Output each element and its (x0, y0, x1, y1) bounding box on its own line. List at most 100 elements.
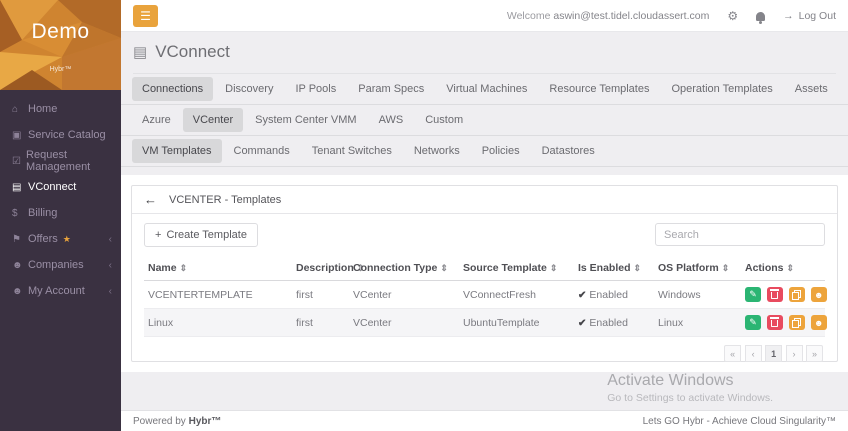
search-input[interactable] (655, 223, 825, 246)
tab-networks[interactable]: Networks (404, 139, 470, 163)
footer-brand: Hybr™ (188, 415, 222, 427)
tab-assets[interactable]: Assets (785, 77, 838, 101)
tab-tenant-switches[interactable]: Tenant Switches (302, 139, 402, 163)
tab-policies[interactable]: Policies (472, 139, 530, 163)
cell-actions: ✎ ☻ (741, 308, 827, 337)
tab-custom[interactable]: Custom (415, 108, 473, 132)
tab-operation-templates[interactable]: Operation Templates (661, 77, 782, 101)
page-prev-button[interactable]: ‹ (744, 345, 762, 362)
card-header: ← VCENTER - Templates (132, 186, 837, 214)
bell-icon[interactable] (756, 11, 766, 24)
card-title: VCENTER - Templates (169, 193, 282, 206)
tab-ip-pools[interactable]: IP Pools (285, 77, 346, 101)
page-first-button[interactable]: « (724, 345, 742, 362)
tab-param-specs[interactable]: Param Specs (348, 77, 434, 101)
hamburger-menu-button[interactable]: ☰ (133, 5, 158, 27)
footer: Powered by Hybr™ Lets GO Hybr - Achieve … (121, 410, 848, 431)
column-header[interactable]: Description ⇕ (292, 256, 364, 281)
assign-user-button[interactable]: ☻ (810, 315, 827, 330)
sidebar-item-label: Billing (28, 207, 58, 219)
copy-button[interactable] (788, 287, 805, 302)
sort-icon: ⇕ (549, 263, 558, 273)
cell-os-platform: Windows (654, 280, 741, 309)
tabs-level2: Azure VCenter System Center VMM AWS Cust… (121, 105, 848, 136)
column-header[interactable]: OS Platform ⇕ (654, 256, 741, 281)
logout-icon: → (783, 10, 794, 22)
tab-azure[interactable]: Azure (132, 108, 181, 132)
create-template-button[interactable]: + Create Template (144, 223, 258, 247)
sidebar-item-home[interactable]: ⌂ Home (0, 96, 121, 122)
gear-icon[interactable]: ⚙ (727, 9, 738, 23)
sidebar: Demo Hybr™ ⌂ Home ▣ Service Catalog ☑ Re… (0, 0, 121, 431)
copy-button[interactable] (788, 315, 805, 330)
tab-system-center-vmm[interactable]: System Center VMM (245, 108, 366, 132)
delete-button[interactable] (766, 315, 783, 330)
tab-vm-templates[interactable]: VM Templates (132, 139, 222, 163)
pencil-icon: ✎ (749, 317, 757, 327)
templates-table: Name ⇕ Description ⇕ Connection Type ⇕ Sour… (144, 256, 827, 337)
user-icon: ☻ (814, 289, 824, 300)
tab-vcenter[interactable]: VCenter (182, 108, 244, 132)
checklist-icon: ☑ (12, 155, 21, 167)
sidebar-item-label: Service Catalog (28, 129, 106, 141)
edit-button[interactable]: ✎ (745, 287, 761, 302)
page-title-label: VConnect (155, 42, 230, 61)
logo-polygon-art (0, 0, 121, 90)
cell-actions: ✎ ☻ (741, 280, 827, 309)
back-arrow-icon[interactable]: ← (144, 192, 157, 207)
cell-is-enabled: ✔ Enabled (574, 280, 654, 309)
server-icon: ▤ (133, 44, 148, 61)
page-last-button[interactable]: » (806, 345, 823, 362)
tabs-level1: Connections Discovery IP Pools Param Spe… (121, 74, 848, 105)
chevron-left-icon: ‹ (108, 233, 112, 245)
column-header[interactable]: Connection Type ⇕ (349, 256, 459, 281)
briefcase-icon: ▣ (12, 129, 22, 141)
assign-user-button[interactable]: ☻ (810, 287, 827, 302)
column-header[interactable]: Source Template ⇕ (459, 256, 574, 281)
sidebar-item-vconnect[interactable]: ▤ VConnect (0, 174, 121, 200)
chevron-left-icon: ‹ (108, 259, 112, 271)
sidebar-item-my-account[interactable]: ☻ My Account ‹ (0, 278, 121, 304)
tab-connections[interactable]: Connections (132, 77, 214, 101)
sidebar-item-offers[interactable]: ⚑ Offers ★ ‹ (0, 226, 121, 252)
edit-button[interactable]: ✎ (745, 315, 761, 330)
page-1-button[interactable]: 1 (765, 345, 783, 362)
cell-name: VCENTERTEMPLATE (144, 280, 292, 309)
sidebar-item-service-catalog[interactable]: ▣ Service Catalog (0, 122, 121, 148)
activate-windows-watermark: Activate Windows Go to Settings to activ… (607, 372, 773, 404)
person-icon: ☻ (12, 259, 23, 271)
plus-icon: + (155, 229, 162, 241)
chevron-left-icon: ‹ (108, 285, 112, 297)
main-content: ▤ VConnect Connections Discovery IP Pool… (121, 32, 848, 410)
server-grid-icon: ▤ (12, 181, 22, 193)
logout-button[interactable]: → Log Out (783, 10, 836, 22)
trash-icon (770, 289, 780, 299)
check-icon: ✔ (578, 289, 587, 301)
tab-discovery[interactable]: Discovery (215, 77, 283, 101)
tab-virtual-machines[interactable]: Virtual Machines (436, 77, 537, 101)
sidebar-item-companies[interactable]: ☻ Companies ‹ (0, 252, 121, 278)
page-next-button[interactable]: › (785, 345, 803, 362)
sidebar-item-billing[interactable]: $ Billing (0, 200, 121, 226)
logout-label: Log Out (798, 10, 836, 22)
card-body: + Create Template Name⇕ Description⇕ (132, 214, 837, 362)
home-icon: ⌂ (12, 103, 19, 115)
tab-aws[interactable]: AWS (369, 108, 414, 132)
tab-datastores[interactable]: Datastores (532, 139, 605, 163)
cell-os-platform: Linux (654, 308, 741, 337)
tab-resource-templates[interactable]: Resource Templates (539, 77, 659, 101)
watermark-line2: Go to Settings to activate Windows. (607, 392, 773, 404)
content-section: ← VCENTER - Templates + Create Template … (121, 175, 848, 372)
templates-card: ← VCENTER - Templates + Create Template … (131, 185, 838, 362)
sort-icon: ⇕ (633, 263, 642, 273)
delete-button[interactable] (766, 287, 783, 302)
create-template-label: Create Template (166, 229, 247, 241)
column-header[interactable]: Is Enabled ⇕ (574, 256, 654, 281)
column-header[interactable]: Actions ⇕ (741, 256, 825, 281)
cell-description: first (292, 308, 349, 337)
page-title: ▤ VConnect (133, 42, 836, 74)
tab-commands[interactable]: Commands (224, 139, 300, 163)
column-header[interactable]: Name ⇕ (144, 256, 292, 281)
sidebar-item-request-management[interactable]: ☑ Request Management (0, 148, 121, 174)
cell-name: Linux (144, 308, 292, 337)
